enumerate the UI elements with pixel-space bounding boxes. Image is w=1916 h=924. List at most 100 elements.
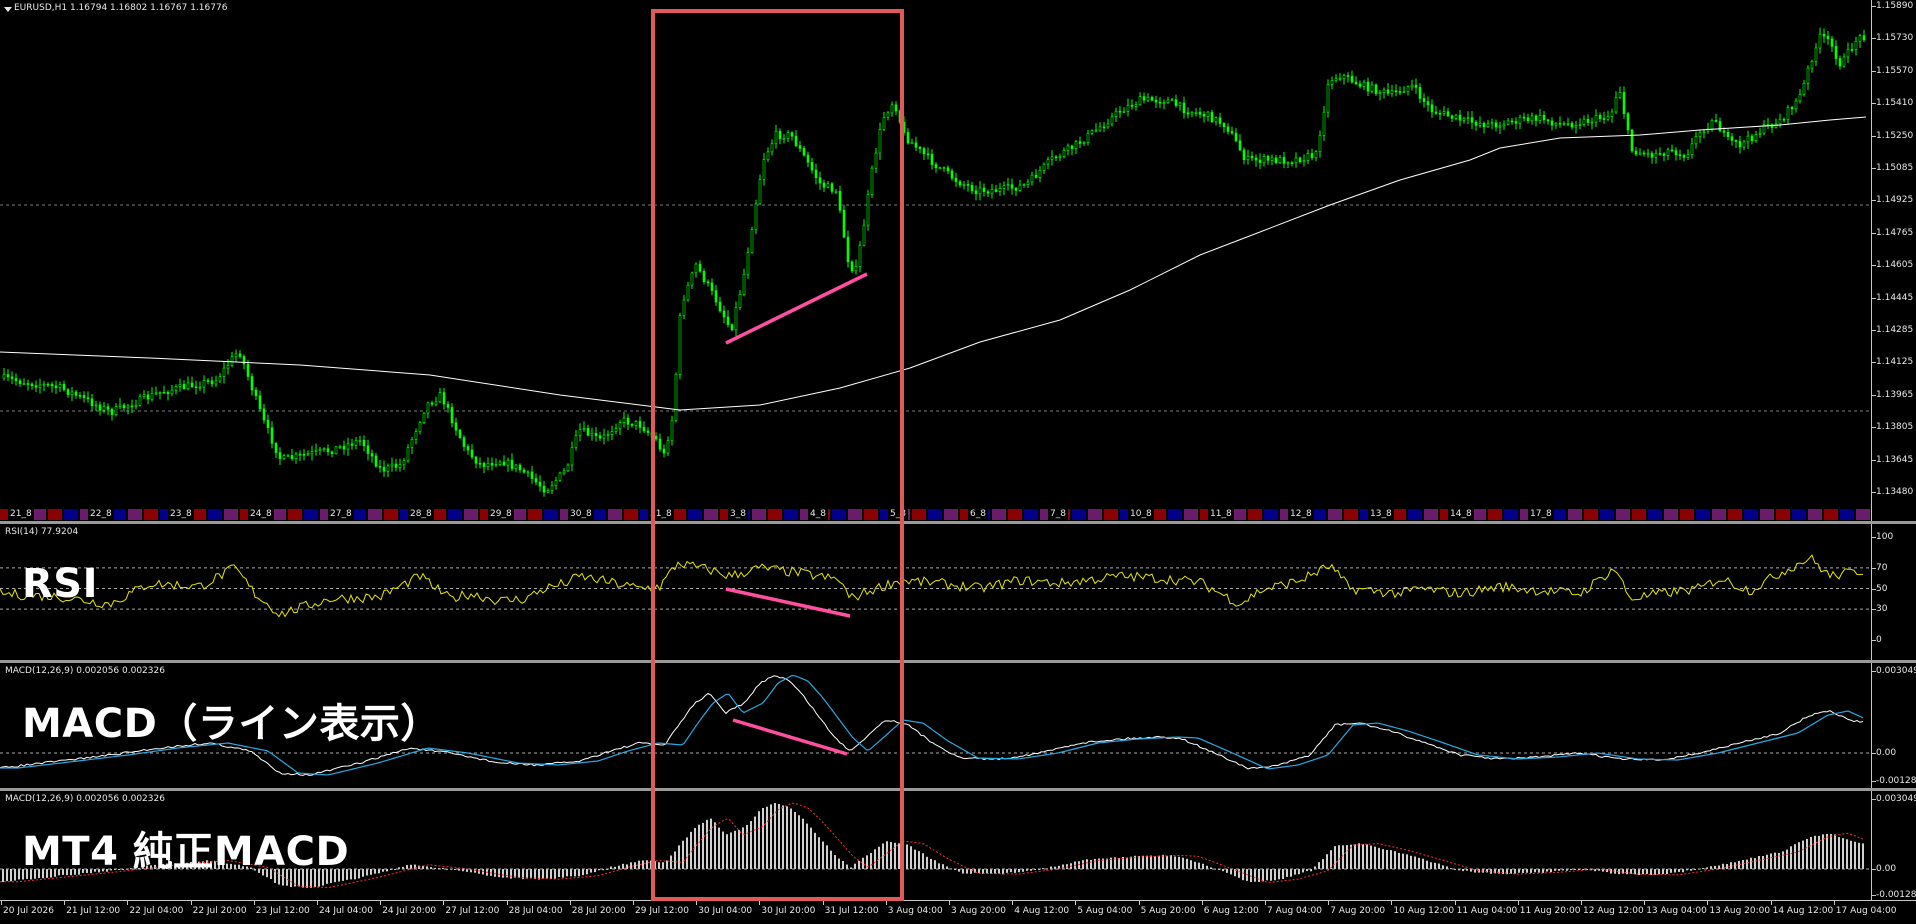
candle-body [230, 356, 234, 366]
histogram-bar [1494, 869, 1496, 874]
candle-body [662, 448, 666, 454]
candle-body [1850, 49, 1854, 51]
rsi-tick: 70 [1876, 562, 1888, 573]
candle-body [1638, 152, 1642, 155]
candle-body [526, 471, 530, 474]
candle-body [22, 383, 26, 385]
time-tickmark [1644, 901, 1646, 905]
candle-body [1462, 117, 1466, 121]
histogram-bar [1770, 853, 1772, 869]
candle-body [1570, 123, 1574, 128]
candle-body [82, 395, 86, 399]
time-axis[interactable]: 20 Jul 2026 21 Jul 12:00 22 Jul 04:00 22 Ju… [0, 900, 1916, 924]
candle-body [1442, 111, 1446, 114]
day-bar-segment [1552, 509, 1566, 520]
macd-line-pane[interactable]: MACD(12,26,9) 0.002056 0.002326 MACD（ライン… [0, 663, 1916, 788]
macd-mt4-pane[interactable]: MACD(12,26,9) 0.002056 0.002326 MT4 純正MA… [0, 791, 1916, 900]
day-label: 12_8 [1288, 509, 1314, 520]
time-tickmark [1581, 901, 1582, 905]
macd-line-scale[interactable]: 0.003049 0.00 -0.001286 [1871, 663, 1916, 788]
histogram-bar [1854, 841, 1856, 869]
time-tickmark [759, 901, 761, 905]
time-tickmark [380, 901, 382, 905]
candle-body [382, 466, 386, 472]
rsi-scale[interactable]: 100 70 50 30 0 [1871, 524, 1916, 660]
candle-body [1734, 140, 1738, 142]
candle-body [710, 282, 714, 291]
time-tick: 31 Jul 12:00 [824, 906, 879, 916]
candle-body [1778, 118, 1782, 125]
histogram-bar [690, 831, 692, 869]
histogram-bar [1826, 833, 1828, 869]
candle-body [946, 167, 950, 172]
day-bar-segment [1584, 509, 1598, 520]
candle-body [462, 437, 466, 447]
candle-body [990, 189, 994, 194]
candle-body [1846, 49, 1850, 58]
candle-body [1138, 96, 1142, 105]
histogram-bar [1766, 854, 1768, 869]
day-bar-segment [1328, 509, 1342, 520]
window-menu-icon[interactable] [4, 7, 12, 12]
candle-body [454, 422, 458, 431]
candle-body [1470, 117, 1474, 123]
histogram-bar [518, 869, 520, 878]
candle-body [1170, 99, 1174, 101]
candle-body [602, 434, 606, 439]
main-chart-pane[interactable]: EURUSD,H1 1.16794 1.16802 1.16767 1.1677… [0, 0, 1916, 521]
day-bar-segment [1792, 509, 1806, 520]
candle-body [450, 407, 454, 424]
histogram-bar [786, 806, 788, 869]
histogram-bar [1422, 858, 1424, 869]
rsi-pane[interactable]: RSI(14) 77.9204 RSI 100 70 50 30 0 [0, 524, 1916, 660]
candle-body [1746, 135, 1750, 143]
candle-body [390, 463, 394, 467]
candle-body [674, 374, 678, 421]
day-bar-segment [1824, 509, 1838, 520]
candle-body [1350, 75, 1354, 83]
candle-body [1294, 157, 1298, 164]
histogram-bar [1838, 837, 1840, 869]
candle-body [1422, 98, 1426, 102]
candle-body [98, 404, 102, 411]
histogram-bar [1326, 854, 1328, 869]
histogram-bar [766, 806, 768, 869]
candle-body [66, 389, 70, 395]
day-bar-segment [704, 509, 718, 520]
candle-body [394, 463, 398, 468]
histogram-bar [1338, 845, 1340, 869]
time-tickmark [1012, 901, 1014, 905]
candle-body [1454, 114, 1458, 119]
rsi-line [0, 554, 1864, 618]
candle-body [1070, 145, 1074, 149]
candle-body [1426, 101, 1430, 106]
histogram-bar [770, 804, 772, 869]
candle-body [1646, 152, 1650, 155]
day-bar-segment [1744, 509, 1758, 520]
day-bar-segment [1728, 509, 1742, 520]
histogram-bar [6, 869, 8, 882]
candle-body [1634, 150, 1638, 155]
candle-body [1006, 184, 1010, 186]
day-bar-segment [992, 509, 1006, 520]
macd-line-label: MACD(12,26,9) 0.002056 0.002326 [5, 666, 165, 676]
candle-body [158, 392, 162, 394]
time-tickmark [1454, 901, 1456, 905]
time-tickmark [190, 901, 192, 905]
candle-body [1814, 47, 1818, 62]
macd-mt4-scale[interactable]: 0.003049 0.00 -0.001286 [1871, 791, 1916, 900]
day-bar-segment [192, 509, 206, 520]
histogram-bar [714, 822, 716, 869]
price-scale[interactable]: 1.15890 1.15730 1.15570 1.15410 1.15250 1.150… [1871, 0, 1916, 521]
histogram-bar [1546, 869, 1548, 872]
histogram-bar [1318, 862, 1320, 869]
candle-body [210, 380, 214, 385]
candle-body [638, 421, 642, 428]
candle-body [1318, 135, 1322, 152]
histogram-bar [978, 869, 980, 874]
candle-body [1086, 133, 1090, 143]
histogram-bar [966, 869, 968, 874]
candle-body [1274, 157, 1278, 164]
candle-body [6, 374, 10, 378]
candle-body [358, 439, 362, 442]
